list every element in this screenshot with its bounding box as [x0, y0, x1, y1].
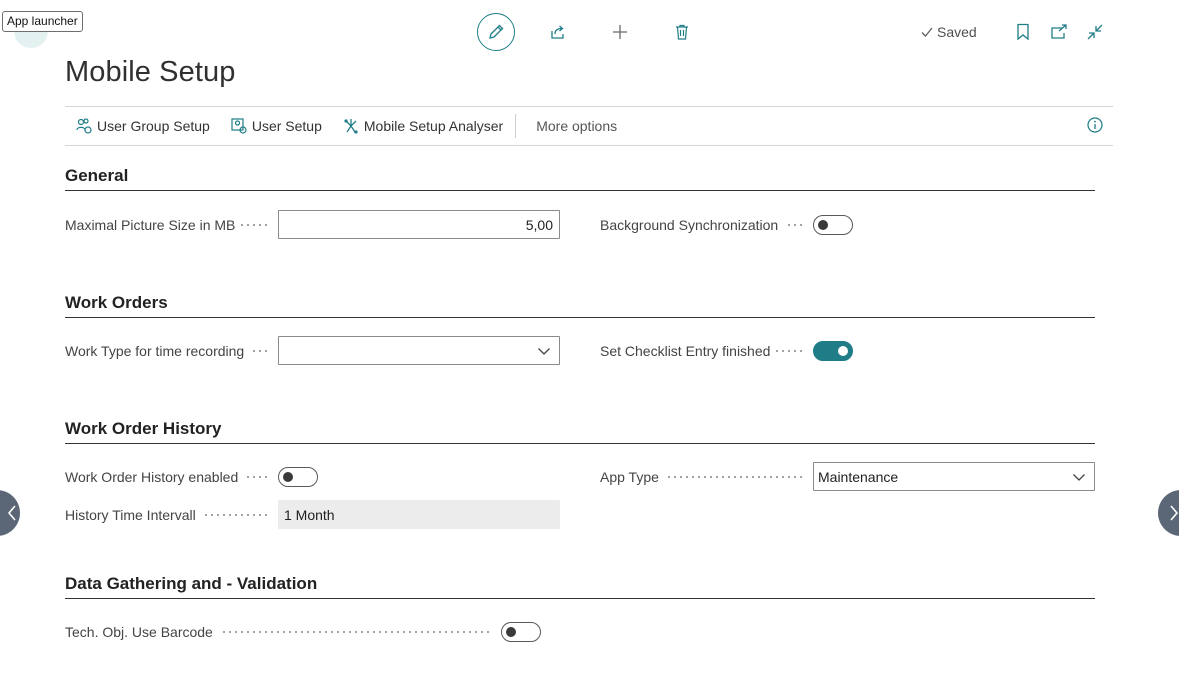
previous-record-button[interactable] [0, 490, 20, 536]
section-title-data-gathering: Data Gathering and - Validation [65, 574, 318, 593]
share-button[interactable] [539, 13, 577, 51]
toggle-knob [818, 220, 828, 230]
checklist-entry-toggle[interactable] [813, 341, 853, 361]
app-launcher-tooltip: App launcher [2, 11, 83, 32]
section-divider [65, 317, 1095, 318]
info-icon[interactable] [1087, 117, 1103, 138]
work-type-select[interactable] [278, 336, 560, 365]
user-group-setup-action[interactable]: User Group Setup [75, 117, 210, 135]
action-bar-divider [515, 114, 517, 138]
saved-status: Saved [920, 24, 977, 40]
window-controls [1012, 21, 1106, 43]
user-group-setup-icon [76, 118, 92, 134]
barcode-toggle[interactable] [501, 622, 541, 642]
max-picture-size-label: Maximal Picture Size in MB [65, 216, 268, 234]
chevron-down-icon [538, 348, 550, 355]
trash-icon [676, 24, 688, 40]
section-title-general: General [65, 166, 129, 185]
history-interval-field: 1 Month [278, 500, 560, 529]
analyser-icon [344, 119, 358, 134]
open-in-new-window-icon[interactable] [1048, 21, 1070, 43]
edit-button[interactable] [477, 13, 515, 51]
action-bar: User Group Setup User Setup Mobile Setup… [65, 106, 1113, 146]
mobile-setup-analyser-label: Mobile Setup Analyser [363, 118, 504, 134]
section-divider [65, 443, 1095, 444]
section-title-history: Work Order History [65, 419, 222, 438]
history-enabled-label: Work Order History enabled [65, 468, 268, 486]
user-setup-action[interactable]: User Setup [230, 117, 322, 135]
plus-icon [613, 25, 627, 39]
app-type-value: Maintenance [818, 468, 899, 485]
work-type-label: Work Type for time recording [65, 342, 268, 360]
page-title: Mobile Setup [65, 56, 236, 88]
chevron-left-icon [7, 505, 16, 521]
new-button[interactable] [601, 13, 639, 51]
background-sync-toggle[interactable] [813, 215, 853, 235]
edit-icon [489, 24, 504, 39]
chevron-down-icon [1073, 474, 1085, 481]
next-record-button[interactable] [1158, 490, 1179, 536]
user-group-setup-label: User Group Setup [97, 118, 210, 134]
section-divider [65, 190, 1095, 191]
page-actions [477, 13, 701, 51]
app-type-label: App Type [600, 468, 803, 486]
app-type-select[interactable]: Maintenance [813, 462, 1095, 491]
checklist-entry-label: Set Checklist Entry finished [600, 342, 803, 360]
mobile-setup-analyser-action[interactable]: Mobile Setup Analyser [342, 117, 503, 135]
saved-label: Saved [937, 24, 977, 40]
bookmark-icon[interactable] [1012, 21, 1034, 43]
share-icon [551, 25, 564, 39]
user-setup-icon [231, 118, 247, 134]
checkmark-icon [921, 27, 933, 37]
delete-button[interactable] [663, 13, 701, 51]
collapse-icon[interactable] [1084, 21, 1106, 43]
toggle-knob [838, 346, 848, 356]
section-divider [65, 598, 1095, 599]
more-options-button[interactable]: More options [536, 118, 617, 134]
toggle-knob [283, 472, 293, 482]
section-title-work-orders: Work Orders [65, 293, 168, 312]
toggle-knob [506, 627, 516, 637]
background-sync-label: Background Synchronization [600, 216, 803, 234]
history-enabled-toggle[interactable] [278, 467, 318, 487]
history-interval-label: History Time Intervall [65, 506, 268, 524]
user-setup-label: User Setup [251, 118, 322, 134]
chevron-right-icon [1170, 505, 1179, 521]
barcode-label: Tech. Obj. Use Barcode [65, 623, 491, 641]
max-picture-size-input[interactable]: 5,00 [278, 210, 560, 239]
